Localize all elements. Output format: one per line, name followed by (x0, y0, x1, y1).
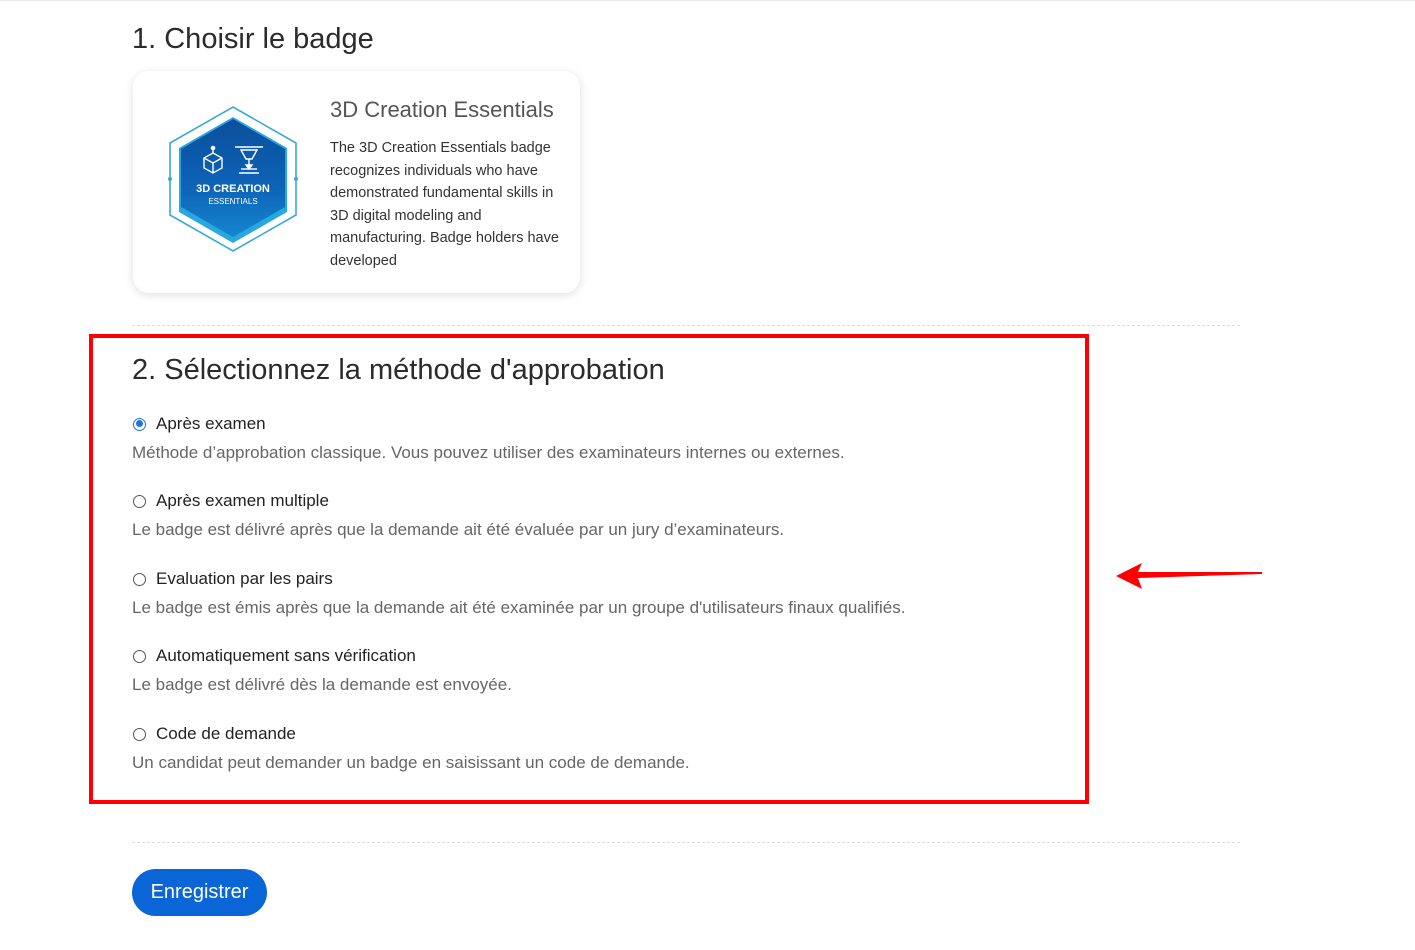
section-divider-1 (132, 325, 1240, 326)
radio-multiple-exam[interactable] (133, 494, 146, 508)
option-label: Evaluation par les pairs (156, 569, 333, 588)
radio-after-exam[interactable] (133, 417, 146, 431)
approval-option-after-exam[interactable]: Après examen Méthode d’approbation class… (132, 413, 1052, 463)
option-label: Automatiquement sans vérification (156, 646, 416, 665)
option-description: Le badge est délivré dès la demande est … (132, 675, 512, 694)
option-description: Le badge est émis après que la demande a… (132, 598, 906, 617)
option-description: Méthode d’approbation classique. Vous po… (132, 443, 845, 462)
approval-option-multiple-exam[interactable]: Après examen multiple Le badge est déliv… (132, 490, 1052, 540)
radio-automatic[interactable] (133, 649, 146, 663)
badge-logo-subtitle: ESSENTIALS (208, 197, 257, 206)
option-label: Code de demande (156, 724, 296, 743)
top-divider (0, 0, 1415, 1)
approval-option-peer-review[interactable]: Evaluation par les pairs Le badge est ém… (132, 568, 1052, 618)
option-label: Après examen multiple (156, 491, 329, 510)
badge-card[interactable]: 3D CREATION ESSENTIALS 3D Creation Essen… (133, 71, 580, 293)
approval-option-automatic[interactable]: Automatiquement sans vérification Le bad… (132, 645, 1052, 695)
option-description: Un candidat peut demander un badge en sa… (132, 753, 690, 772)
section-1-title: 1. Choisir le badge (132, 23, 374, 55)
badge-name: 3D Creation Essentials (330, 97, 554, 122)
radio-peer-review[interactable] (133, 572, 146, 586)
save-button[interactable]: Enregistrer (132, 869, 267, 916)
badge-logo-title: 3D CREATION (196, 183, 270, 195)
option-description: Le badge est délivré après que la demand… (132, 520, 785, 539)
approval-option-request-code[interactable]: Code de demande Un candidat peut demande… (132, 723, 1052, 773)
option-label: Après examen (156, 414, 266, 433)
red-arrow-icon (1116, 563, 1262, 589)
section-2-title: 2. Sélectionnez la méthode d'approbation (132, 354, 665, 386)
section-divider-2 (132, 842, 1240, 843)
radio-request-code[interactable] (133, 727, 146, 741)
badge-description: The 3D Creation Essentials badge recogni… (330, 140, 559, 269)
badge-logo: 3D CREATION ESSENTIALS (168, 106, 298, 252)
